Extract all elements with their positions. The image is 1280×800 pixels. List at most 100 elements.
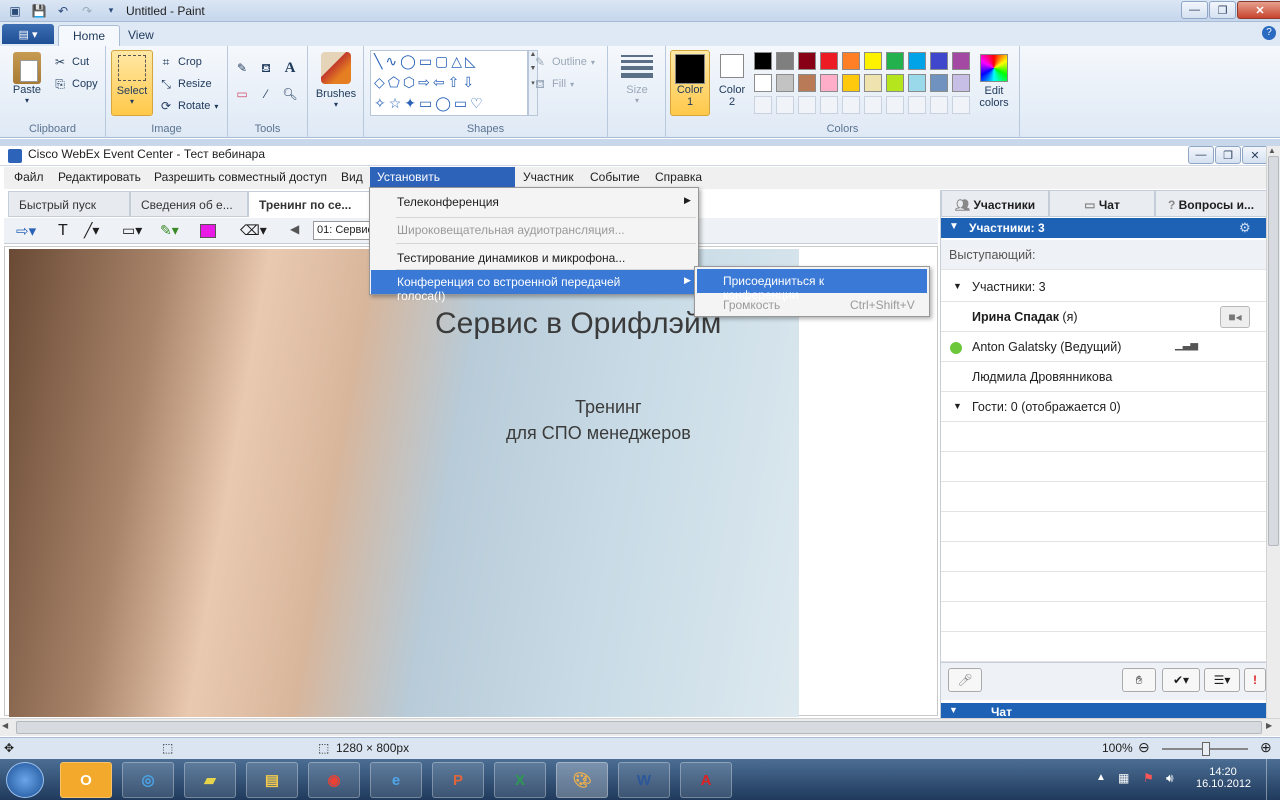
palette-swatch[interactable] bbox=[820, 52, 838, 70]
brushes-button[interactable]: Brushes ▾ bbox=[312, 52, 360, 109]
tray-flag-icon[interactable]: ⚑ bbox=[1143, 771, 1154, 785]
palette-swatch[interactable] bbox=[908, 74, 926, 92]
tab-event-info[interactable]: Сведения об е... bbox=[130, 191, 248, 217]
pointer-arrow-icon[interactable]: ⇨▾ bbox=[16, 222, 36, 240]
horizontal-scroll-thumb[interactable] bbox=[16, 721, 1262, 734]
menu-item-voip-conference[interactable]: Конференция со встроенной передачей голо… bbox=[371, 270, 697, 303]
palette-swatch[interactable] bbox=[798, 96, 816, 114]
menu-file[interactable]: Файл bbox=[14, 170, 44, 184]
undo-icon[interactable]: ↶ bbox=[54, 2, 72, 19]
cut-button[interactable]: ✂ Cut bbox=[52, 54, 89, 70]
menu-participant[interactable]: Участник bbox=[523, 170, 574, 184]
show-desktop-button[interactable] bbox=[1266, 759, 1280, 800]
palette-swatch[interactable] bbox=[886, 96, 904, 114]
menu-item-volume[interactable]: Громкость Ctrl+Shift+V bbox=[697, 293, 927, 317]
menu-share[interactable]: Разрешить совместный доступ bbox=[154, 170, 327, 184]
tab-quick-start[interactable]: Быстрый пуск bbox=[8, 191, 130, 217]
tab-training[interactable]: Тренинг по се... bbox=[248, 191, 370, 217]
zoom-in-icon[interactable]: ⊕ bbox=[1260, 739, 1272, 756]
palette-swatch[interactable] bbox=[886, 52, 904, 70]
taskbar-word[interactable]: W bbox=[618, 762, 670, 798]
annotation-color-icon[interactable] bbox=[200, 224, 216, 238]
palette-swatch[interactable] bbox=[952, 52, 970, 70]
taskbar-ie[interactable]: e bbox=[370, 762, 422, 798]
participants-header[interactable]: Участники: 3 bbox=[941, 218, 1267, 238]
palette-swatch[interactable] bbox=[776, 52, 794, 70]
gear-icon[interactable]: ⚙ bbox=[1239, 220, 1251, 236]
palette-swatch[interactable] bbox=[754, 96, 772, 114]
text-tool-icon[interactable]: T bbox=[58, 222, 68, 240]
taskbar-acrobat[interactable]: A bbox=[680, 762, 732, 798]
rotate-button[interactable]: ⟳ Rotate ▾ bbox=[158, 98, 218, 114]
menu-event[interactable]: Событие bbox=[590, 170, 640, 184]
menu-item-join-conference[interactable]: Присоединиться к конференции bbox=[697, 269, 927, 302]
slide-selector[interactable]: 01: Сервис bbox=[313, 221, 373, 240]
microphone-button[interactable]: 🎤︎ bbox=[948, 668, 982, 692]
palette-swatch[interactable] bbox=[930, 96, 948, 114]
shapes-gallery[interactable]: ╲∿◯▭▢△◺ ◇⬠⬡⇨⇦⇧⇩ ✧☆✦▭◯▭♡ bbox=[370, 50, 528, 116]
fill-button[interactable]: ⛾ bbox=[258, 60, 274, 76]
tray-network-icon[interactable]: ▦ bbox=[1118, 771, 1129, 785]
help-icon[interactable]: ? bbox=[1262, 26, 1276, 40]
zoom-slider-thumb[interactable] bbox=[1202, 742, 1210, 756]
menu-view[interactable]: Вид bbox=[341, 170, 363, 184]
edit-colors-button[interactable]: Edit colors bbox=[974, 54, 1014, 109]
palette-swatch[interactable] bbox=[952, 96, 970, 114]
maximize-button[interactable]: ❐ bbox=[1209, 1, 1236, 19]
webex-close-button[interactable]: ✕ bbox=[1242, 146, 1268, 164]
participants-group-row[interactable]: ▼ Участники: 3 bbox=[941, 272, 1267, 302]
collapse-arrow-icon[interactable]: ▼ bbox=[949, 705, 958, 715]
participant-row[interactable]: Людмила Дровянникова bbox=[941, 362, 1267, 392]
taskbar-paint[interactable]: 🎨︎ bbox=[556, 762, 608, 798]
horizontal-scrollbar[interactable]: ◀ ▶ bbox=[0, 718, 1280, 736]
crop-button[interactable]: ⌗ Crop bbox=[158, 54, 202, 70]
taskbar-chrome[interactable]: ◉ bbox=[308, 762, 360, 798]
menu-item-audio-broadcast[interactable]: Широковещательная аудиотрансляция... bbox=[371, 218, 697, 242]
palette-swatch[interactable] bbox=[864, 52, 882, 70]
taskbar-explorer[interactable]: ▤ bbox=[246, 762, 298, 798]
menu-item-speaker-mic-test[interactable]: Тестирование динамиков и микрофона... bbox=[371, 246, 697, 270]
color1-button[interactable]: Color 1 bbox=[670, 50, 710, 116]
palette-swatch[interactable] bbox=[842, 96, 860, 114]
tab-chat[interactable]: ▭ Чат bbox=[1049, 190, 1155, 217]
previous-slide-icon[interactable]: ◀ bbox=[290, 222, 299, 236]
tab-view[interactable]: View bbox=[114, 25, 168, 46]
paint-app-icon[interactable]: ▣ bbox=[6, 2, 24, 19]
webex-maximize-button[interactable]: ❐ bbox=[1215, 146, 1241, 164]
text-button[interactable]: A bbox=[282, 60, 298, 76]
palette-swatch[interactable] bbox=[798, 74, 816, 92]
guests-group-row[interactable]: ▼ Гости: 0 (отображается 0) bbox=[941, 392, 1267, 422]
color2-button[interactable]: Color 2 bbox=[712, 54, 752, 108]
palette-swatch[interactable] bbox=[776, 74, 794, 92]
menu-edit[interactable]: Редактировать bbox=[58, 170, 141, 184]
tab-qa[interactable]: ? Вопросы и... bbox=[1155, 190, 1267, 217]
palette-swatch[interactable] bbox=[930, 52, 948, 70]
vertical-scrollbar[interactable]: ▲ bbox=[1266, 146, 1280, 718]
list-menu-button[interactable]: ☰▾ bbox=[1204, 668, 1240, 692]
close-button[interactable]: ✕ bbox=[1237, 1, 1280, 19]
alert-button[interactable]: ! bbox=[1244, 668, 1266, 692]
taskbar-powerpoint[interactable]: P bbox=[432, 762, 484, 798]
participant-row[interactable]: Anton Galatsky (Ведущий) ▁▃▅ bbox=[941, 332, 1267, 362]
palette-swatch[interactable] bbox=[952, 74, 970, 92]
menu-item-teleconference[interactable]: Телеконференция bbox=[371, 190, 697, 214]
palette-swatch[interactable] bbox=[842, 74, 860, 92]
customize-qat-icon[interactable]: ▾ bbox=[102, 2, 120, 19]
zoom-out-icon[interactable]: ⊖ bbox=[1138, 739, 1150, 756]
taskbar-excel[interactable]: X bbox=[494, 762, 546, 798]
video-camera-icon[interactable]: ■◂ bbox=[1220, 306, 1250, 328]
size-button[interactable]: Size ▾ bbox=[616, 52, 658, 105]
minimize-button[interactable]: — bbox=[1181, 1, 1208, 19]
magnifier-button[interactable]: 🔍︎ bbox=[282, 86, 298, 102]
tray-expand-icon[interactable]: ▲ bbox=[1096, 772, 1106, 783]
taskbar-webex[interactable]: ◎ bbox=[122, 762, 174, 798]
pencil-button[interactable]: ✎ bbox=[234, 60, 250, 76]
palette-swatch[interactable] bbox=[754, 74, 772, 92]
vertical-scroll-thumb[interactable] bbox=[1268, 156, 1279, 546]
save-icon[interactable]: 💾 bbox=[30, 2, 48, 19]
raise-hand-button[interactable]: ✋︎ bbox=[1122, 668, 1156, 692]
outline-button[interactable]: ✎ Outline ▾ bbox=[532, 54, 595, 70]
palette-swatch[interactable] bbox=[754, 52, 772, 70]
palette-swatch[interactable] bbox=[886, 74, 904, 92]
tab-participants[interactable]: 👥︎ Участники bbox=[941, 190, 1049, 217]
